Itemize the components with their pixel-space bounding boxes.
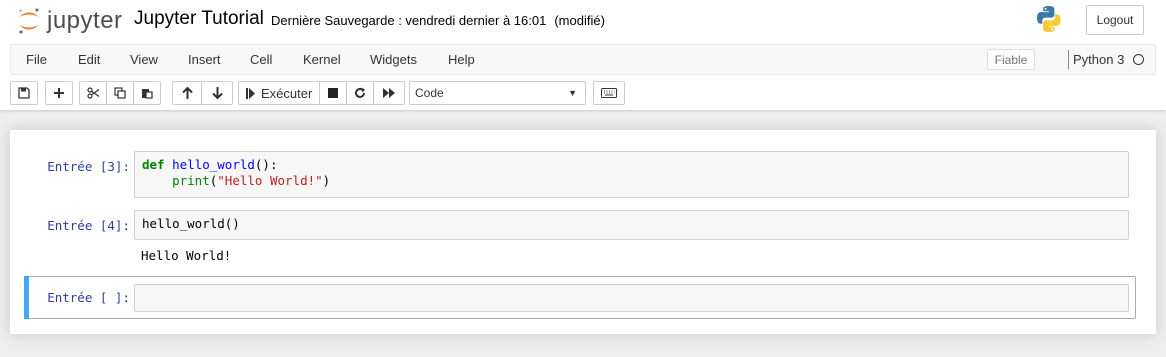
code-token: hello_world() [142,216,240,231]
restart-run-all-button[interactable] [373,81,405,105]
plus-icon [54,88,64,98]
interrupt-button[interactable] [319,81,347,105]
restart-icon [355,87,365,98]
cut-button[interactable] [79,81,107,105]
kernel-status-icon [1133,54,1144,65]
arrow-down-icon [211,87,223,99]
trusted-indicator[interactable]: Fiable [987,49,1035,70]
menu-edit[interactable]: Edit [78,52,100,67]
paste-icon [142,89,153,99]
python-logo-icon [1037,6,1061,32]
copy-button[interactable] [106,81,134,105]
save-button[interactable] [10,81,38,105]
save-icon [18,87,30,99]
jupyter-logo[interactable]: jupyter [17,6,123,36]
cell-prompt: Entrée [ ]: [47,290,130,305]
run-label: Exécuter [261,85,313,101]
save-status-text: Dernière Sauvegarde : vendredi dernier à… [271,13,547,28]
cell-type-value: Code [415,86,444,100]
command-palette-button[interactable] [593,81,625,105]
menu-widgets[interactable]: Widgets [370,52,417,67]
cell-prompt: Entrée [3]: [47,159,130,174]
arrow-up-icon [181,87,193,99]
run-button[interactable]: Exécuter [238,81,320,105]
logout-button[interactable]: Logout [1086,5,1144,35]
menu-view[interactable]: View [130,52,158,67]
move-down-button[interactable] [201,81,233,105]
kernel-separator [1068,50,1069,69]
code-line: def hello_world(): [142,157,277,172]
jupyter-logo-icon [19,8,39,34]
code-token: def [142,157,165,172]
notebook-title[interactable]: Jupyter Tutorial [134,8,264,30]
code-token: "Hello World!" [217,173,323,188]
fast-forward-icon [382,88,395,98]
header: jupyter Jupyter Tutorial Dernière Sauveg… [0,0,1166,110]
code-line: print("Hello World!") [142,173,330,188]
menu-help[interactable]: Help [448,52,475,67]
paste-button[interactable] [133,81,161,105]
code-token: hello_world [172,157,255,172]
code-line: hello_world() [142,216,240,231]
caret-down-icon: ▼ [568,88,577,98]
menu-kernel[interactable]: Kernel [303,52,341,67]
code-token: print [172,173,210,188]
cell-prompt: Entrée [4]: [47,218,130,233]
kernel-name[interactable]: Python 3 [1073,52,1124,67]
logo-text: jupyter [47,7,123,34]
code-token: ) [322,173,331,188]
move-up-button[interactable] [172,81,202,105]
cell-output: Hello World! [141,248,232,263]
menu-insert[interactable]: Insert [188,52,221,67]
save-status: Dernière Sauvegarde : vendredi dernier à… [271,13,605,28]
code-cell-input[interactable]: def hello_world(): print("Hello World!") [134,151,1129,198]
cut-icon [86,87,99,99]
keyboard-icon [601,88,617,98]
code-cell-input[interactable]: hello_world() [134,210,1129,240]
menu-cell[interactable]: Cell [250,52,272,67]
menubar: File Edit View Insert Cell Kernel Widget… [10,44,1156,75]
copy-icon [114,87,126,99]
run-icon [246,87,255,99]
menu-file[interactable]: File [26,52,47,67]
insert-cell-button[interactable] [45,81,73,105]
stop-icon [328,88,338,98]
modified-indicator: (modifié) [554,13,605,28]
code-cell-input[interactable] [134,284,1129,312]
code-token: (): [254,157,278,172]
restart-button[interactable] [346,81,374,105]
cell-type-select[interactable]: Code ▼ [409,81,586,105]
notebook-container: Entrée [3]: def hello_world(): print("He… [10,130,1156,334]
